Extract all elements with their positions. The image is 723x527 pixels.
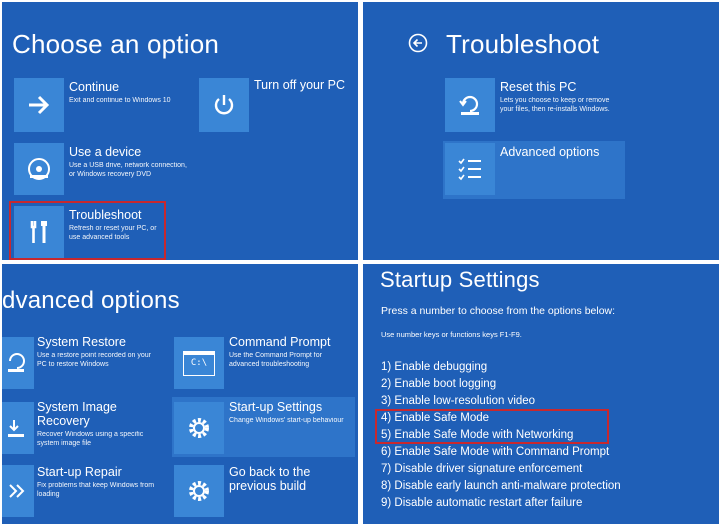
startup-repair-tile[interactable]: Start-up Repair Fix problems that keep W… [2,465,172,520]
system-image-recovery-tile[interactable]: System Image Recovery Recover Windows us… [2,400,172,455]
advanced-options-tile[interactable]: Advanced options [443,141,625,199]
repair-icon [2,465,34,517]
console-icon: C:\ [174,337,224,389]
startup-option-6[interactable]: 6) Enable Safe Mode with Command Prompt [381,446,609,458]
choose-option-screen: Choose an option Continue Exit and conti… [2,2,358,260]
startup-hint: Use number keys or functions keys F1-F9. [381,330,522,339]
checklist-icon [445,143,495,195]
system-image-recovery-desc: Recover Windows using a specific system … [37,431,144,447]
startup-option-9[interactable]: 9) Disable automatic restart after failu… [381,497,582,509]
startup-settings-desc: Change Windows' start-up behaviour [229,417,344,424]
command-prompt-desc: Use the Command Prompt for advanced trou… [229,352,322,368]
system-restore-tile[interactable]: System Restore Use a restore point recor… [2,335,172,390]
reset-pc-desc: Lets you choose to keep or remove your f… [500,97,610,113]
startup-repair-desc: Fix problems that keep Windows from load… [37,482,155,498]
page-title: dvanced options [2,287,180,314]
startup-option-7[interactable]: 7) Disable driver signature enforcement [381,463,582,475]
power-icon [199,78,249,132]
startup-option-8[interactable]: 8) Disable early launch anti-malware pro… [381,480,621,492]
previous-build-tile[interactable]: Go back to the previous build [174,465,354,520]
advanced-options-title: Advanced options [500,145,600,159]
advanced-options-screen: dvanced options System Restore Use a res… [2,264,358,524]
system-restore-title: System Restore [37,335,126,349]
safe-mode-highlight-box [375,409,609,444]
startup-settings-screen: Startup Settings Press a number to choos… [363,264,719,524]
image-recovery-icon [2,402,34,454]
use-device-tile[interactable]: Use a device Use a USB drive, network co… [14,143,194,198]
turn-off-tile[interactable]: Turn off your PC [199,78,349,133]
startup-repair-title: Start-up Repair [37,465,122,479]
continue-title: Continue [69,80,120,94]
startup-settings-tile[interactable]: Start-up Settings Change Windows' start-… [172,397,355,457]
use-device-title: Use a device [69,145,142,159]
troubleshoot-screen: Troubleshoot Reset this PC Lets you choo… [363,2,719,260]
troubleshoot-highlight-box [9,201,166,260]
reset-icon [445,78,495,132]
startup-option-2[interactable]: 2) Enable boot logging [381,378,496,390]
page-title: Startup Settings [380,267,540,292]
page-title: Choose an option [12,29,220,59]
disc-icon [14,143,64,195]
reset-pc-tile[interactable]: Reset this PC Lets you choose to keep or… [445,78,625,133]
system-image-recovery-title: System Image Recovery [37,400,117,428]
command-prompt-title: Command Prompt [229,335,331,349]
system-restore-desc: Use a restore point recorded on your PC … [37,352,152,368]
startup-option-3[interactable]: 3) Enable low-resolution video [381,395,535,407]
turn-off-title: Turn off your PC [254,78,346,92]
gear-icon [174,402,224,454]
previous-build-title: Go back to the previous build [229,465,311,493]
arrow-right-icon [14,78,64,132]
page-title: Troubleshoot [446,29,600,59]
command-prompt-tile[interactable]: C:\ Command Prompt Use the Command Promp… [174,335,354,390]
use-device-desc: Use a USB drive, network connection, or … [69,162,187,178]
startup-option-1[interactable]: 1) Enable debugging [381,361,487,373]
startup-prompt: Press a number to choose from the option… [381,305,616,317]
restore-icon [2,337,34,389]
continue-tile[interactable]: Continue Exit and continue to Windows 10 [14,78,194,133]
gear-icon [174,465,224,517]
reset-pc-title: Reset this PC [500,80,577,94]
continue-desc: Exit and continue to Windows 10 [69,97,171,104]
startup-settings-title: Start-up Settings [229,400,323,414]
back-arrow-icon[interactable] [408,33,428,53]
